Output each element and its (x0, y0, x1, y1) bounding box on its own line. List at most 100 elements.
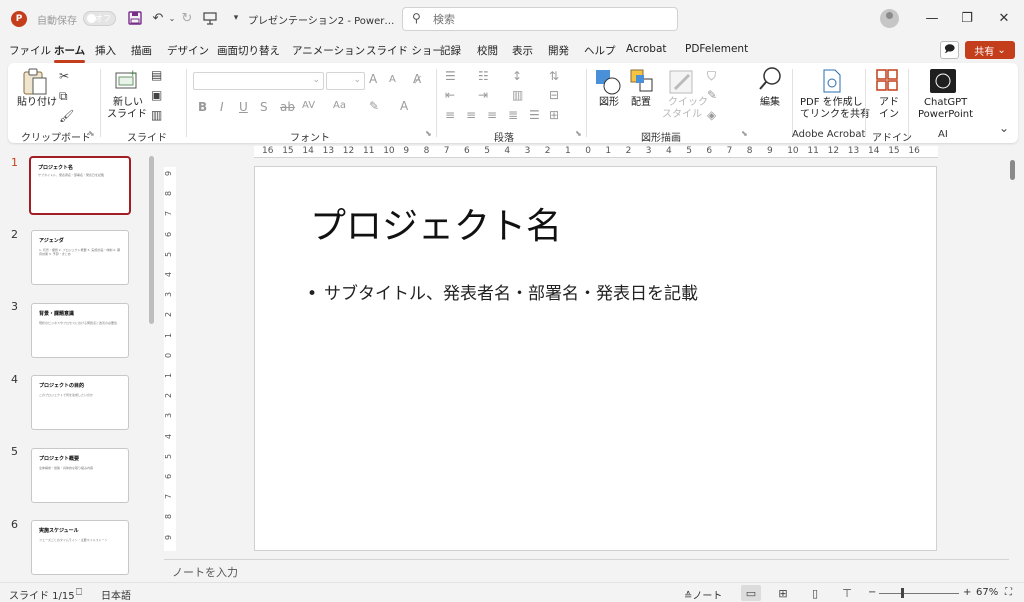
chatgpt-label-2[interactable]: PowerPoint (918, 109, 973, 121)
tab-transitions[interactable]: 画面切り替え (217, 43, 280, 58)
underline-icon[interactable]: U (239, 100, 248, 114)
comments-button[interactable]: 🗩 (940, 41, 959, 59)
drawing-launcher-icon[interactable]: ⬊ (741, 129, 748, 138)
shape-effects-icon[interactable]: ◈ (707, 108, 716, 122)
reading-view-icon[interactable]: ▯ (805, 585, 825, 601)
language-indicator[interactable]: 日本語 (101, 587, 131, 602)
align-text-icon[interactable]: ⊟ (549, 88, 559, 102)
tab-file[interactable]: ファイル (9, 43, 51, 58)
font-launcher-icon[interactable]: ⬊ (425, 129, 432, 138)
slide-thumbnail-5[interactable]: プロジェクト概要 全体構成・施策・具体的な取り組み内容 (31, 448, 129, 503)
thumbnail-scrollbar[interactable] (149, 156, 154, 324)
present-icon[interactable] (201, 9, 219, 27)
numbering-icon[interactable]: ☷ (478, 69, 489, 83)
save-icon[interactable] (126, 9, 144, 27)
autosave-toggle[interactable]: オフ (83, 11, 116, 26)
slide-title[interactable]: プロジェクト名 (310, 197, 562, 249)
notes-toggle[interactable]: ≙ノート (684, 587, 722, 602)
tab-view[interactable]: 表示 (512, 43, 533, 58)
shrink-font-icon[interactable]: A (389, 74, 396, 85)
redo-icon[interactable]: ↻ (178, 9, 196, 27)
new-slide-label-1[interactable]: 新しい (113, 97, 143, 109)
canvas-scrollbar[interactable] (1009, 156, 1017, 576)
zoom-level[interactable]: 67% (976, 587, 998, 598)
tab-help[interactable]: ヘルプ (584, 43, 616, 58)
align-center-icon[interactable]: ≡ (466, 108, 476, 122)
find-icon[interactable] (759, 66, 783, 95)
paste-icon[interactable] (21, 67, 49, 100)
tab-animations[interactable]: アニメーション (292, 43, 365, 58)
collapse-ribbon-icon[interactable]: ⌄ (999, 121, 1009, 135)
italic-icon[interactable]: I (220, 100, 224, 114)
editing-label[interactable]: 編集 (760, 97, 780, 109)
zoom-slider[interactable] (879, 593, 959, 594)
shadow-icon[interactable]: S (260, 100, 268, 114)
slide-canvas[interactable]: プロジェクト名 • サブタイトル、発表者名・部署名・発表日を記載 (254, 166, 937, 551)
tab-design[interactable]: デザイン (167, 43, 209, 58)
bold-icon[interactable]: B (198, 100, 207, 114)
tab-developer[interactable]: 開発 (548, 43, 569, 58)
bullets-icon[interactable]: ☰ (445, 69, 456, 83)
addins-label-1[interactable]: アド (879, 97, 899, 109)
accessibility-icon[interactable]: ⎕ (76, 587, 82, 598)
increase-indent-icon[interactable]: ⇥ (478, 88, 488, 102)
zoom-out-icon[interactable]: − (868, 587, 876, 598)
zoom-slider-knob[interactable] (900, 588, 904, 598)
align-left-icon[interactable]: ≡ (445, 108, 455, 122)
zoom-in-icon[interactable]: + (963, 587, 971, 598)
slide-thumbnail-4[interactable]: プロジェクトの目的 このプロジェクトで何を達成したいのか (31, 375, 129, 430)
search-box[interactable]: ⚲ (402, 7, 678, 31)
clear-format-icon[interactable]: A̷ (413, 72, 421, 86)
create-pdf-label-2[interactable]: てリンクを共有 (800, 109, 870, 121)
minimize-icon[interactable]: — (922, 8, 942, 28)
font-name-dropdown[interactable]: ⌄ (193, 72, 324, 90)
close-icon[interactable]: ✕ (994, 8, 1014, 28)
tab-home[interactable]: ホーム (54, 43, 86, 63)
tab-acrobat[interactable]: Acrobat (626, 43, 667, 55)
arrange-icon[interactable] (630, 69, 656, 98)
reset-icon[interactable]: ▣ (151, 88, 162, 102)
slide-thumbnail-2[interactable]: アジェンダ 1. 背景・課題 2. プロジェクト概要 3. 実施計画・体制 4.… (31, 230, 129, 285)
quick-styles-icon[interactable] (669, 69, 695, 98)
create-pdf-label-1[interactable]: PDF を作成し (800, 97, 863, 109)
font-size-dropdown[interactable]: ⌄ (326, 72, 365, 90)
font-color-icon[interactable]: A (400, 99, 408, 113)
text-direction-icon[interactable]: ⇅ (549, 69, 559, 83)
arrange-label[interactable]: 配置 (631, 97, 651, 109)
quick-styles-label-2[interactable]: スタイル (662, 109, 702, 121)
section-icon[interactable]: ▥ (151, 108, 162, 122)
search-input[interactable] (433, 11, 663, 27)
new-slide-icon[interactable]: + (114, 69, 138, 92)
customize-qat-icon[interactable]: ▾ (227, 9, 245, 27)
tab-draw[interactable]: 描画 (131, 43, 152, 58)
grow-font-icon[interactable]: A (369, 72, 377, 86)
align-right-icon[interactable]: ≡ (487, 108, 497, 122)
slide-thumbnail-1[interactable]: プロジェクト名 サブタイトル、発表者名・部署名・発表日を記載 (29, 156, 131, 215)
tab-review[interactable]: 校閲 (477, 43, 498, 58)
change-case-icon[interactable]: Aa (333, 100, 346, 111)
shapes-icon[interactable] (595, 69, 621, 98)
line-spacing-icon[interactable]: ↕ (512, 69, 522, 83)
shape-fill-icon[interactable]: ⛉ (707, 69, 716, 84)
clipboard-launcher-icon[interactable]: ⬊ (88, 129, 95, 138)
copy-icon[interactable]: ⧉ (59, 89, 68, 104)
share-button[interactable]: 共有 ⌄ (965, 41, 1015, 59)
paste-button-label[interactable]: 貼り付け (17, 97, 57, 109)
justify-icon[interactable]: ≣ (508, 108, 518, 122)
highlight-icon[interactable]: ✎ (369, 99, 379, 113)
fit-to-window-icon[interactable]: ⛶ (1005, 587, 1012, 598)
char-spacing-icon[interactable]: AV (302, 100, 315, 111)
format-painter-icon[interactable]: 🖌 (59, 109, 74, 123)
slideshow-view-icon[interactable]: ⊤ (837, 585, 857, 601)
tab-pdfelement[interactable]: PDFelement (685, 43, 748, 55)
chatgpt-label-1[interactable]: ChatGPT (924, 97, 967, 109)
slide-thumbnail-3[interactable]: 背景・課題意識 現状のビジネスやプロセスにおける問題点と改善の必要性 (31, 303, 129, 358)
scrollbar-thumb[interactable] (1010, 160, 1015, 180)
tab-insert[interactable]: 挿入 (95, 43, 116, 58)
slide-body-text[interactable]: • サブタイトル、発表者名・部署名・発表日を記載 (307, 279, 698, 304)
new-slide-label-2[interactable]: スライド (107, 109, 147, 121)
normal-view-icon[interactable]: ▭ (741, 585, 761, 601)
paragraph-launcher-icon[interactable]: ⬊ (575, 129, 582, 138)
shape-outline-icon[interactable]: ✎ (707, 88, 717, 102)
chatgpt-powerpoint-icon[interactable] (930, 69, 956, 96)
